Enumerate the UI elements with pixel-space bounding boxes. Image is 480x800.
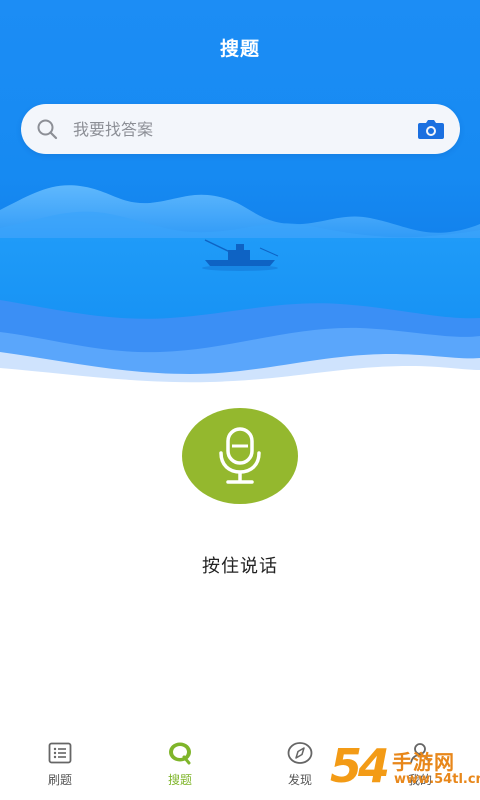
tab-label: 刷题	[47, 773, 72, 787]
tab-label: 搜题	[167, 773, 192, 787]
page-title: 搜题	[219, 38, 260, 60]
list-icon	[47, 740, 73, 766]
search-bar[interactable]	[21, 104, 460, 154]
search-screen: 搜题 按住说话	[0, 0, 480, 800]
microphone-icon	[219, 427, 261, 484]
compass-icon	[287, 740, 313, 766]
tab-practice[interactable]: 刷题	[0, 728, 120, 800]
tab-discover[interactable]: 发现	[240, 728, 360, 800]
search-input[interactable]	[71, 118, 416, 140]
voice-record-button[interactable]	[182, 408, 298, 504]
bottom-tab-bar: 刷题 搜题 发现 我的	[0, 728, 480, 800]
camera-button[interactable]	[416, 116, 446, 142]
tab-search[interactable]: 搜题	[120, 728, 240, 800]
hold-to-talk-label: 按住说话	[202, 556, 278, 577]
search-circle-icon	[167, 740, 193, 766]
tab-mine[interactable]: 我的	[360, 728, 480, 800]
tab-label: 发现	[287, 773, 312, 787]
search-icon	[35, 117, 59, 141]
camera-icon	[418, 120, 444, 139]
tab-label: 我的	[407, 773, 432, 787]
user-icon	[407, 740, 433, 766]
